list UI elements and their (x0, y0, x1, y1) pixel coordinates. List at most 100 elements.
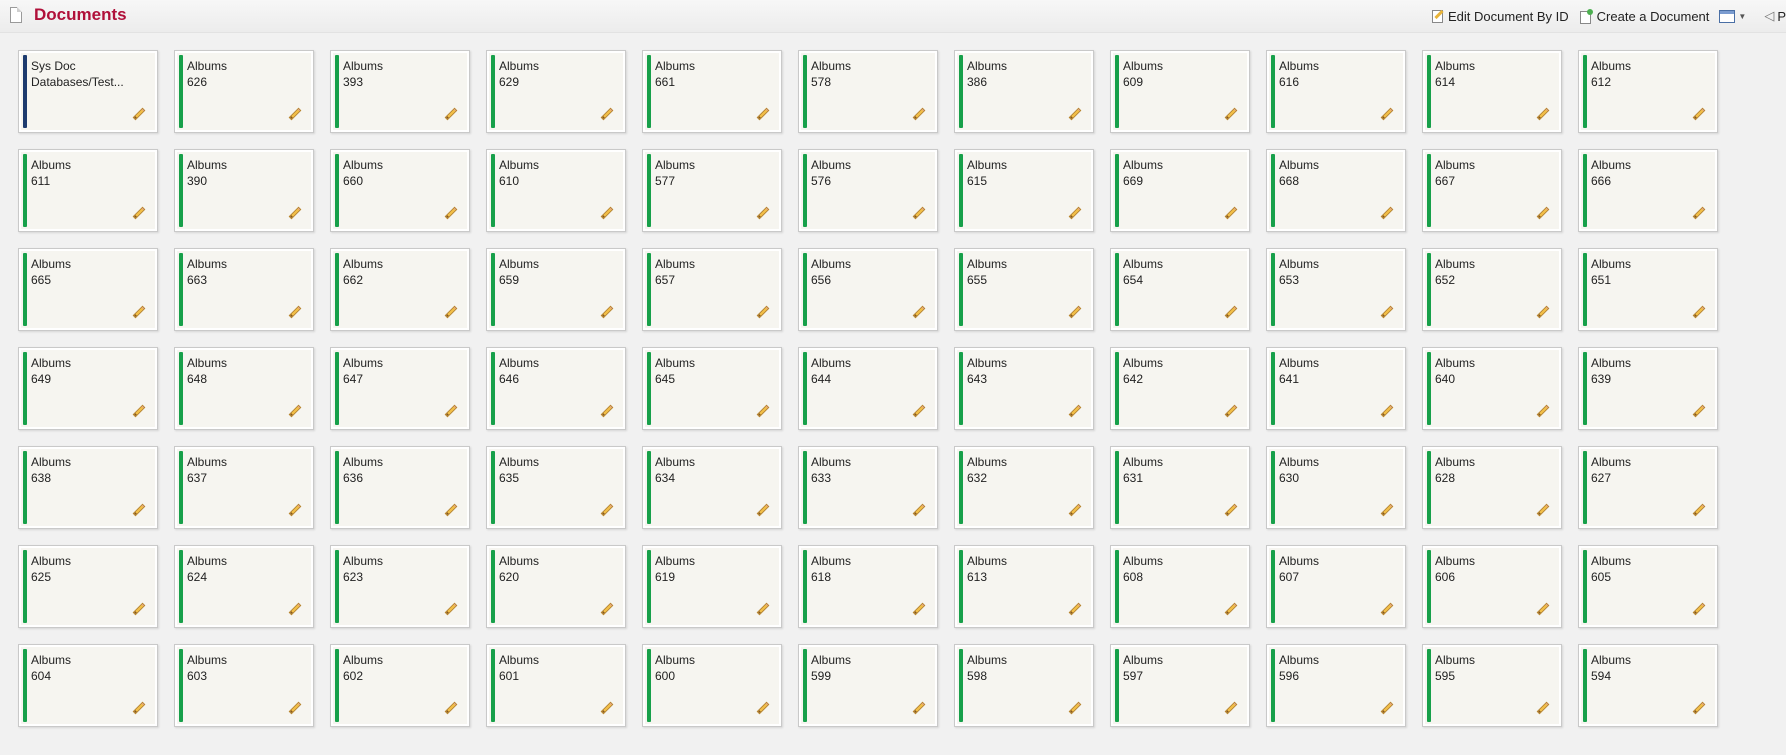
document-card[interactable]: Albums 576 (798, 149, 938, 232)
edit-pencil-icon[interactable] (599, 502, 615, 518)
edit-pencil-icon[interactable] (287, 403, 303, 419)
edit-pencil-icon[interactable] (1067, 700, 1083, 716)
edit-pencil-icon[interactable] (131, 700, 147, 716)
document-card[interactable]: Albums 623 (330, 545, 470, 628)
edit-pencil-icon[interactable] (443, 502, 459, 518)
document-card[interactable]: Albums 615 (954, 149, 1094, 232)
document-card[interactable]: Albums 610 (486, 149, 626, 232)
document-card[interactable]: Albums 655 (954, 248, 1094, 331)
edit-pencil-icon[interactable] (755, 403, 771, 419)
edit-pencil-icon[interactable] (1691, 106, 1707, 122)
document-card[interactable]: Albums 639 (1578, 347, 1718, 430)
document-card[interactable]: Albums 603 (174, 644, 314, 727)
document-card[interactable]: Albums 648 (174, 347, 314, 430)
document-card[interactable]: Albums 656 (798, 248, 938, 331)
document-card[interactable]: Albums 659 (486, 248, 626, 331)
document-card[interactable]: Albums 390 (174, 149, 314, 232)
document-card[interactable]: Albums 600 (642, 644, 782, 727)
document-card[interactable]: Albums 667 (1422, 149, 1562, 232)
edit-pencil-icon[interactable] (1223, 304, 1239, 320)
edit-pencil-icon[interactable] (443, 403, 459, 419)
edit-pencil-icon[interactable] (1223, 205, 1239, 221)
document-card[interactable]: Albums 644 (798, 347, 938, 430)
edit-pencil-icon[interactable] (131, 502, 147, 518)
document-card[interactable]: Albums 657 (642, 248, 782, 331)
document-card[interactable]: Albums 602 (330, 644, 470, 727)
edit-pencil-icon[interactable] (443, 601, 459, 617)
edit-pencil-icon[interactable] (1691, 205, 1707, 221)
document-card[interactable]: Albums 601 (486, 644, 626, 727)
document-card[interactable]: Albums 642 (1110, 347, 1250, 430)
edit-pencil-icon[interactable] (1067, 601, 1083, 617)
document-card[interactable]: Albums 627 (1578, 446, 1718, 529)
document-card[interactable]: Albums 609 (1110, 50, 1250, 133)
edit-pencil-icon[interactable] (911, 403, 927, 419)
document-card[interactable]: Albums 595 (1422, 644, 1562, 727)
edit-pencil-icon[interactable] (1067, 403, 1083, 419)
document-card[interactable]: Albums 604 (18, 644, 158, 727)
edit-pencil-icon[interactable] (911, 601, 927, 617)
edit-pencil-icon[interactable] (755, 502, 771, 518)
edit-pencil-icon[interactable] (443, 205, 459, 221)
edit-pencil-icon[interactable] (1535, 403, 1551, 419)
edit-pencil-icon[interactable] (755, 205, 771, 221)
edit-pencil-icon[interactable] (1691, 403, 1707, 419)
document-card[interactable]: Albums 662 (330, 248, 470, 331)
edit-pencil-icon[interactable] (287, 106, 303, 122)
edit-pencil-icon[interactable] (1223, 700, 1239, 716)
view-mode-icon[interactable] (1719, 9, 1736, 23)
edit-pencil-icon[interactable] (1691, 700, 1707, 716)
document-card[interactable]: Albums 636 (330, 446, 470, 529)
edit-pencil-icon[interactable] (287, 205, 303, 221)
edit-pencil-icon[interactable] (755, 304, 771, 320)
document-card[interactable]: Albums 666 (1578, 149, 1718, 232)
document-card[interactable]: Albums 643 (954, 347, 1094, 430)
edit-pencil-icon[interactable] (1535, 205, 1551, 221)
document-card[interactable]: Albums 625 (18, 545, 158, 628)
edit-pencil-icon[interactable] (1379, 403, 1395, 419)
edit-pencil-icon[interactable] (599, 700, 615, 716)
edit-pencil-icon[interactable] (1535, 601, 1551, 617)
edit-pencil-icon[interactable] (287, 304, 303, 320)
document-card[interactable]: Albums 597 (1110, 644, 1250, 727)
edit-pencil-icon[interactable] (1067, 304, 1083, 320)
document-card[interactable]: Albums 669 (1110, 149, 1250, 232)
edit-pencil-icon[interactable] (1223, 403, 1239, 419)
document-card[interactable]: Albums 618 (798, 545, 938, 628)
document-card[interactable]: Albums 633 (798, 446, 938, 529)
document-card[interactable]: Albums 616 (1266, 50, 1406, 133)
document-card[interactable]: Albums 663 (174, 248, 314, 331)
document-card[interactable]: Albums 628 (1422, 446, 1562, 529)
document-card[interactable]: Albums 577 (642, 149, 782, 232)
document-card[interactable]: Albums 649 (18, 347, 158, 430)
edit-pencil-icon[interactable] (911, 700, 927, 716)
document-card[interactable]: Albums 661 (642, 50, 782, 133)
edit-pencil-icon[interactable] (131, 403, 147, 419)
document-card[interactable]: Albums 652 (1422, 248, 1562, 331)
edit-pencil-icon[interactable] (131, 106, 147, 122)
document-card[interactable]: Albums 641 (1266, 347, 1406, 430)
document-card[interactable]: Albums 599 (798, 644, 938, 727)
document-card[interactable]: Albums 613 (954, 545, 1094, 628)
edit-pencil-icon[interactable] (1067, 205, 1083, 221)
edit-pencil-icon[interactable] (287, 502, 303, 518)
document-card[interactable]: Albums 606 (1422, 545, 1562, 628)
edit-pencil-icon[interactable] (911, 205, 927, 221)
edit-pencil-icon[interactable] (131, 601, 147, 617)
document-card[interactable]: Albums 611 (18, 149, 158, 232)
edit-pencil-icon[interactable] (1535, 700, 1551, 716)
edit-pencil-icon[interactable] (755, 601, 771, 617)
edit-pencil-icon[interactable] (755, 106, 771, 122)
edit-pencil-icon[interactable] (911, 304, 927, 320)
document-card[interactable]: Albums 640 (1422, 347, 1562, 430)
edit-pencil-icon[interactable] (911, 106, 927, 122)
document-card[interactable]: Albums 634 (642, 446, 782, 529)
document-card[interactable]: Sys Doc Databases/Test... (18, 50, 158, 133)
back-arrow-icon[interactable]: ◁ (1764, 8, 1774, 24)
edit-pencil-icon[interactable] (1535, 304, 1551, 320)
edit-pencil-icon[interactable] (599, 601, 615, 617)
document-card[interactable]: Albums 608 (1110, 545, 1250, 628)
edit-pencil-icon[interactable] (599, 106, 615, 122)
document-card[interactable]: Albums 632 (954, 446, 1094, 529)
document-card[interactable]: Albums 619 (642, 545, 782, 628)
